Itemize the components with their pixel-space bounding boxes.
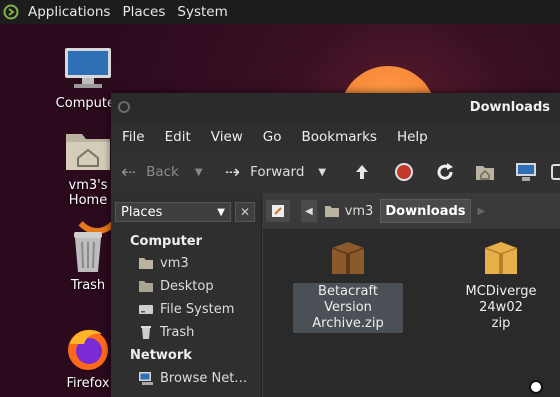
home-folder-icon [139, 258, 153, 269]
menubar: File Edit View Go Bookmarks Help [111, 123, 560, 151]
sidebar-section-computer: Computer [130, 234, 203, 249]
back-dropdown-icon: ▼ [194, 166, 203, 178]
sidebar-header: Places ▼ ✕ [115, 202, 255, 222]
sidebar-item-trash[interactable]: Trash [138, 324, 194, 340]
mate-logo-icon[interactable] [0, 0, 22, 24]
sidebar-item-desktop[interactable]: Desktop [138, 278, 214, 294]
sidebar-item-vm3[interactable]: vm3 [138, 255, 189, 271]
desktop-folder-icon [139, 281, 153, 292]
forward-dropdown-icon: ▼ [318, 166, 327, 178]
chevron-right-icon: ▶ [477, 205, 486, 217]
file-name-line2: zip [491, 316, 511, 331]
menu-bookmarks[interactable]: Bookmarks [296, 129, 383, 145]
home-icon [476, 166, 494, 180]
sidebar-item-label: vm3 [160, 255, 189, 271]
menu-help[interactable]: Help [391, 129, 434, 145]
sidebar: Places ▼ ✕ Computer vm3 Desktop File Sys… [111, 193, 262, 397]
home-button[interactable] [475, 151, 495, 193]
back-arrow-icon: ⇠ [121, 161, 137, 183]
sidebar-selector-label: Places [121, 204, 163, 220]
sidebar-section-network: Network [130, 348, 192, 363]
system-menu[interactable]: System [171, 4, 233, 20]
path-bar: ◀ vm3 Downloads ▶ [266, 198, 489, 224]
file-view[interactable]: Betacraft Version Archive.zip MCDiverge 2… [263, 230, 560, 397]
search-button[interactable] [551, 151, 560, 193]
chevron-left-icon: ◀ [305, 205, 313, 217]
home-folder-icon [324, 206, 339, 217]
pencil-icon [272, 205, 284, 217]
home-folder-icon [62, 128, 114, 174]
close-icon: ✕ [239, 205, 251, 219]
applications-menu[interactable]: Applications [22, 4, 116, 20]
reload-icon [437, 163, 453, 180]
archive-icon [331, 242, 365, 274]
trash-icon [62, 228, 114, 274]
menu-view[interactable]: View [205, 129, 249, 145]
computer-icon [62, 46, 114, 92]
path-crumb-vm3[interactable]: vm3 [320, 200, 378, 222]
window-menu-icon[interactable] [118, 101, 130, 113]
sidebar-item-browse-network[interactable]: Browse Net… [138, 370, 247, 386]
back-label: Back [146, 164, 179, 180]
window-titlebar[interactable]: Downloads [111, 93, 560, 123]
forward-arrow-icon: ⇢ [225, 161, 241, 183]
path-forward-arrow[interactable]: ▶ [474, 200, 490, 222]
window-title: Downloads [469, 100, 550, 115]
places-menu[interactable]: Places [116, 4, 171, 20]
menu-edit[interactable]: Edit [159, 129, 197, 145]
file-name-line1: MCDiverge 24w02 [465, 284, 537, 315]
up-button[interactable] [353, 151, 371, 193]
file-name-line2: Archive.zip [312, 316, 384, 331]
forward-label: Forward [250, 164, 305, 180]
stop-icon [395, 163, 413, 181]
sidebar-close-button[interactable]: ✕ [235, 202, 255, 222]
file-manager-window: Downloads File Edit View Go Bookmarks He… [111, 93, 560, 397]
sidebar-selector[interactable]: Places ▼ [115, 202, 231, 222]
edit-location-button[interactable] [266, 200, 290, 222]
trash-icon [141, 326, 151, 339]
sidebar-item-label: Trash [160, 324, 195, 340]
archive-icon [484, 242, 518, 274]
path-crumb-label: Downloads [385, 203, 466, 219]
path-crumb-label: vm3 [344, 203, 374, 219]
forward-button[interactable]: ⇢ Forward ▼ [225, 151, 326, 193]
menu-file[interactable]: File [116, 129, 151, 145]
file-item[interactable]: MCDiverge 24w02 zip [446, 238, 556, 333]
file-item[interactable]: Betacraft Version Archive.zip [293, 238, 403, 333]
firefox-icon [62, 326, 114, 372]
computer-small-icon [516, 163, 536, 181]
chevron-down-icon: ▼ [217, 206, 225, 218]
sidebar-item-label: File System [160, 301, 235, 317]
menu-go[interactable]: Go [257, 129, 288, 145]
up-arrow-icon [356, 165, 368, 179]
busy-cursor-icon [529, 380, 543, 394]
network-icon [139, 372, 153, 385]
sidebar-item-file-system[interactable]: File System [138, 301, 234, 317]
file-name: Betacraft Version Archive.zip [293, 283, 403, 333]
computer-button[interactable] [515, 151, 537, 193]
toolbar: ⇠ Back ▼ ⇢ Forward ▼ [111, 151, 560, 193]
path-crumb-downloads[interactable]: Downloads [380, 199, 471, 223]
reload-button[interactable] [435, 151, 455, 193]
back-button[interactable]: ⇠ Back ▼ [121, 151, 203, 193]
file-name: MCDiverge 24w02 zip [446, 283, 556, 333]
drive-icon [139, 305, 153, 314]
file-name-line1: Betacraft Version [318, 284, 378, 315]
path-back-arrow[interactable]: ◀ [301, 200, 317, 222]
sidebar-item-label: Browse Net… [160, 370, 248, 386]
sidebar-item-label: Desktop [160, 278, 214, 294]
top-panel: Applications Places System [0, 0, 560, 24]
stop-button[interactable] [394, 151, 414, 193]
search-icon [551, 164, 560, 180]
